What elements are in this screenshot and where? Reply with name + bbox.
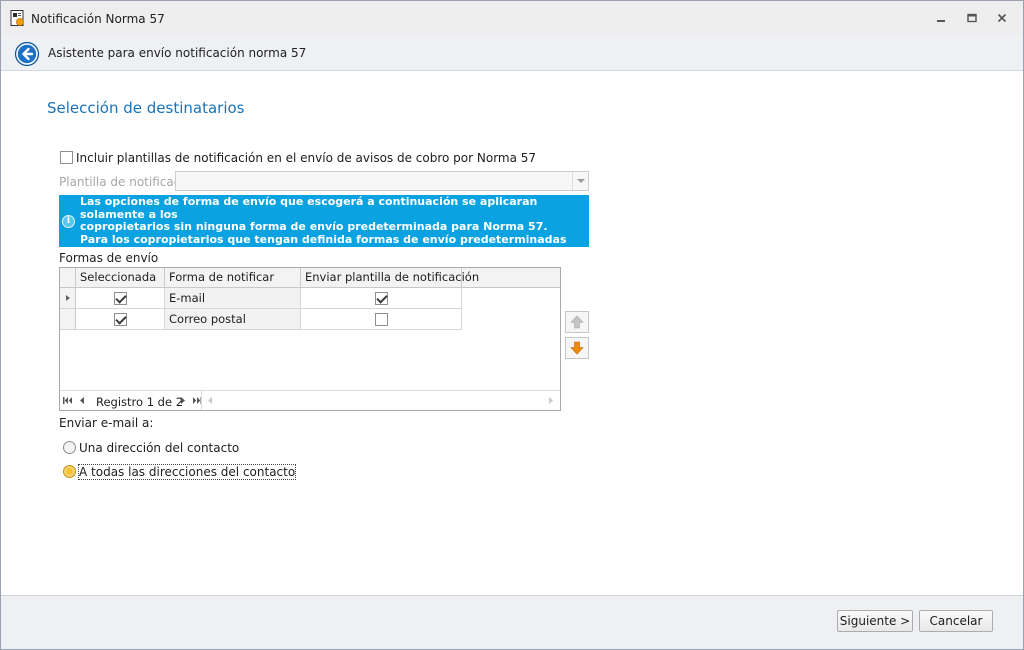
column-header-forma[interactable]: Forma de notificar — [165, 268, 301, 288]
info-line: Las opciones de forma de envío que escog… — [80, 195, 538, 221]
next-record-icon[interactable] — [180, 396, 186, 405]
arrow-down-icon — [570, 341, 584, 355]
page-title: Selección de destinatarios — [47, 99, 245, 117]
enviar-plantilla-cell[interactable] — [301, 309, 462, 330]
window-title: Notificación Norma 57 — [31, 12, 165, 26]
seleccionada-cell[interactable] — [76, 288, 165, 309]
forma-cell[interactable]: Correo postal — [165, 309, 301, 330]
row-indicator — [60, 288, 76, 309]
grid-header: Seleccionada Forma de notificar Enviar p… — [60, 268, 560, 288]
column-header-enviar-plantilla[interactable]: Enviar plantilla de notificación — [301, 268, 479, 288]
table-row[interactable]: Correo postal — [60, 309, 462, 330]
wizard-title: Asistente para envío notificación norma … — [48, 46, 307, 60]
formas-label: Formas de envío — [59, 251, 159, 265]
template-select[interactable] — [175, 171, 589, 191]
seleccionada-checkbox[interactable] — [113, 292, 127, 305]
move-down-button[interactable] — [565, 337, 589, 359]
current-row-icon — [66, 295, 70, 301]
arrow-up-icon — [570, 315, 584, 329]
radio-one-address-label: Una dirección del contacto — [79, 440, 240, 455]
row-indicator-header — [60, 268, 76, 288]
cancel-button[interactable]: Cancelar — [919, 610, 993, 632]
table-row[interactable]: E-mail — [60, 288, 462, 309]
include-templates-label: Incluir plantillas de notificación en el… — [76, 150, 537, 165]
enviar-plantilla-cell[interactable] — [301, 288, 462, 309]
first-record-icon[interactable] — [63, 396, 73, 405]
formas-grid: Seleccionada Forma de notificar Enviar p… — [59, 267, 561, 411]
next-button[interactable]: Siguiente > — [837, 610, 913, 632]
radio-one-address[interactable]: Una dirección del contacto — [63, 440, 239, 455]
back-button[interactable] — [15, 42, 39, 66]
enviar-plantilla-checkbox[interactable] — [374, 313, 388, 326]
wizard-header: Asistente para envío notificación norma … — [1, 35, 1023, 71]
title-bar: Notificación Norma 57 — [1, 1, 1023, 35]
record-counter: Registro 1 de 2 — [96, 395, 184, 409]
move-up-button[interactable] — [565, 311, 589, 333]
previous-record-icon[interactable] — [79, 396, 85, 405]
info-banner: i Las opciones de forma de envío que esc… — [59, 195, 589, 270]
wizard-footer: Siguiente > Cancelar — [1, 595, 1023, 649]
minimize-button[interactable] — [930, 9, 952, 27]
wizard-content: Selección de destinatarios Incluir plant… — [9, 71, 1013, 595]
include-templates-checkbox[interactable] — [60, 151, 73, 164]
app-document-icon — [10, 10, 26, 27]
row-indicator — [60, 309, 76, 330]
info-line: copropietarios sin ninguna forma de enví… — [80, 220, 548, 233]
include-templates-row[interactable]: Incluir plantillas de notificación en el… — [60, 150, 536, 165]
minimize-icon — [937, 20, 945, 22]
seleccionada-checkbox[interactable] — [113, 313, 127, 326]
back-arrow-icon — [16, 43, 38, 65]
email-to-label: Enviar e-mail a: — [59, 416, 154, 430]
radio-all-addresses-button[interactable] — [63, 465, 76, 478]
radio-all-addresses-label: A todas las direcciones del contacto — [77, 463, 297, 480]
radio-one-address-button[interactable] — [63, 441, 76, 454]
navigator-separator — [201, 391, 202, 410]
chevron-down-icon[interactable] — [572, 172, 588, 190]
info-icon: i — [62, 215, 75, 228]
radio-all-addresses[interactable]: A todas las direcciones del contacto — [63, 463, 297, 480]
close-icon — [997, 13, 1007, 23]
scroll-left-icon[interactable] — [207, 396, 213, 405]
column-header-seleccionada[interactable]: Seleccionada — [76, 268, 165, 288]
forma-cell[interactable]: E-mail — [165, 288, 301, 309]
wizard-window: Notificación Norma 57 Asistente para env… — [0, 0, 1024, 650]
seleccionada-cell[interactable] — [76, 309, 165, 330]
restore-icon — [967, 13, 977, 23]
scroll-right-icon[interactable] — [548, 396, 554, 405]
enviar-plantilla-checkbox[interactable] — [374, 292, 388, 305]
close-button[interactable] — [991, 9, 1013, 27]
restore-button[interactable] — [961, 9, 983, 27]
grid-navigator: Registro 1 de 2 — [60, 390, 560, 410]
